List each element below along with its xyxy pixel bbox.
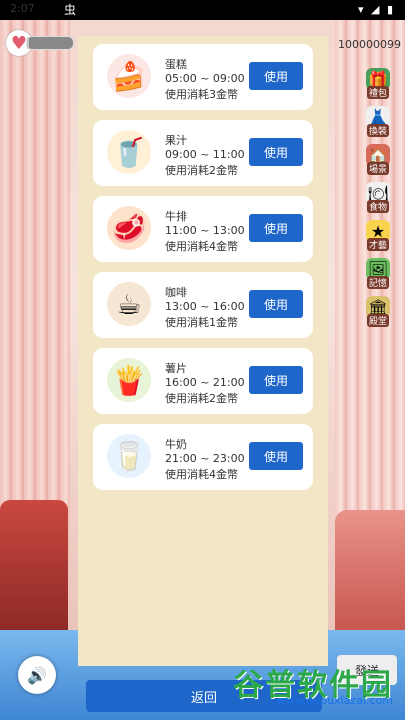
right-rail: 100000099 🎁 禮包 👗 換裝 🏠 場景 🍽 食物 ★ 才藝 🖼 記憶 …: [335, 20, 405, 620]
heart-bar: ♥: [6, 30, 74, 56]
talent-label: 才藝: [366, 238, 389, 251]
use-button[interactable]: 使用: [249, 366, 303, 394]
use-button[interactable]: 使用: [249, 214, 303, 242]
food-time: 16:00 ~ 21:00: [165, 376, 245, 389]
game-scene: ♥ 100000099 🎁 禮包 👗 換裝 🏠 場景 🍽 食物 ★ 才藝 🖼 記…: [0, 20, 405, 720]
use-button[interactable]: 使用: [249, 138, 303, 166]
chips-icon: 🍟: [107, 358, 151, 402]
food-cost: 使用消耗3金幣: [165, 88, 238, 101]
coffee-icon: ☕: [107, 282, 151, 326]
talent-button[interactable]: ★ 才藝: [363, 220, 393, 252]
use-button[interactable]: 使用: [249, 62, 303, 90]
food-cost: 使用消耗2金幣: [165, 164, 238, 177]
food-button[interactable]: 🍽 食物: [363, 182, 393, 214]
memory-label: 記憶: [366, 276, 389, 289]
food-time: 13:00 ~ 16:00: [165, 300, 245, 313]
food-panel: 🍰 蛋糕 05:00 ~ 09:00 使用消耗3金幣 使用 🥤 果汁 09:00…: [78, 36, 328, 666]
speaker-button[interactable]: 🔊: [18, 656, 56, 694]
dress-button[interactable]: 👗 換裝: [363, 106, 393, 138]
scene-button[interactable]: 🏠 場景: [363, 144, 393, 176]
food-time: 05:00 ~ 09:00: [165, 72, 245, 85]
back-button[interactable]: 返回: [86, 680, 322, 712]
send-button[interactable]: 發送: [337, 655, 397, 685]
speaker-icon: 🔊: [27, 665, 47, 685]
food-name: 牛排: [165, 210, 187, 223]
food-card-steak: 🥩 牛排 11:00 ~ 13:00 使用消耗4金幣 使用: [93, 196, 313, 262]
food-card-chips: 🍟 薯片 16:00 ~ 21:00 使用消耗2金幣 使用: [93, 348, 313, 414]
debug-icon: 虫: [64, 3, 77, 17]
dress-label: 換裝: [366, 124, 389, 137]
food-cost: 使用消耗4金幣: [165, 240, 238, 253]
status-bar: 2:07 虫 ▾ ◢ ▮: [0, 0, 405, 20]
food-label: 食物: [366, 200, 389, 213]
food-name: 牛奶: [165, 438, 187, 451]
scene-label: 場景: [366, 162, 389, 175]
food-card-milk: 🥛 牛奶 21:00 ~ 23:00 使用消耗4金幣 使用: [93, 424, 313, 490]
heart-fill: [27, 37, 30, 49]
food-name: 蛋糕: [165, 58, 187, 71]
food-time: 09:00 ~ 11:00: [165, 148, 245, 161]
coin-count: 100000099: [338, 38, 401, 51]
food-cost: 使用消耗4金幣: [165, 468, 238, 481]
cake-icon: 🍰: [107, 54, 151, 98]
steak-icon: 🥩: [107, 206, 151, 250]
juice-icon: 🥤: [107, 130, 151, 174]
food-time: 21:00 ~ 23:00: [165, 452, 245, 465]
hall-label: 殿堂: [366, 314, 389, 327]
status-time: 2:07: [10, 2, 35, 15]
food-cost: 使用消耗1金幣: [165, 316, 238, 329]
hall-button[interactable]: 🏛 殿堂: [363, 296, 393, 328]
use-button[interactable]: 使用: [249, 442, 303, 470]
food-card-coffee: ☕ 咖啡 13:00 ~ 16:00 使用消耗1金幣 使用: [93, 272, 313, 338]
food-card-juice: 🥤 果汁 09:00 ~ 11:00 使用消耗2金幣 使用: [93, 120, 313, 186]
status-icons: ▾ ◢ ▮: [357, 3, 395, 16]
gift-button[interactable]: 🎁 禮包: [363, 68, 393, 100]
food-name: 果汁: [165, 134, 187, 147]
memory-button[interactable]: 🖼 記憶: [363, 258, 393, 290]
milk-icon: 🥛: [107, 434, 151, 478]
use-button[interactable]: 使用: [249, 290, 303, 318]
sofa-left: [0, 500, 68, 630]
food-card-cake: 🍰 蛋糕 05:00 ~ 09:00 使用消耗3金幣 使用: [93, 44, 313, 110]
food-name: 薯片: [165, 362, 187, 375]
food-cost: 使用消耗2金幣: [165, 392, 238, 405]
gift-label: 禮包: [366, 86, 389, 99]
food-name: 咖啡: [165, 286, 187, 299]
food-time: 11:00 ~ 13:00: [165, 224, 245, 237]
heart-track: [26, 36, 74, 50]
